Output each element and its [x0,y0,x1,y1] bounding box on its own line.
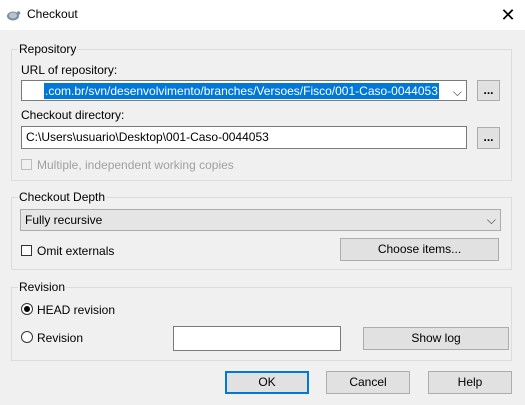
url-value: .com.br/svn/desenvolvimento/branches/Ver… [44,83,439,99]
omit-externals-label: Omit externals [37,244,115,258]
multiple-working-copies-checkbox[interactable] [21,159,32,170]
ok-button[interactable]: OK [225,371,309,394]
show-log-button[interactable]: Show log [363,327,509,350]
multiple-working-copies-label: Multiple, independent working copies [37,158,234,172]
url-combobox[interactable]: .com.br/svn/desenvolvimento/branches/Ver… [21,80,467,101]
checkout-depth-select[interactable]: Fully recursive ⌵ [20,209,501,231]
revision-input[interactable] [173,326,341,351]
url-label: URL of repository: [21,63,118,77]
directory-browse-button[interactable]: ... [477,127,500,149]
omit-externals-checkbox[interactable] [21,245,32,256]
url-browse-button[interactable]: ... [477,80,500,101]
tortoisesvn-icon [7,11,21,21]
choose-items-button[interactable]: Choose items... [340,238,499,261]
revision-radio[interactable] [21,331,33,343]
repository-group-label: Repository [18,42,78,56]
checkout-depth-value: Fully recursive [25,213,103,227]
help-button[interactable]: Help [428,371,512,394]
chevron-down-icon: ⌵ [486,213,496,227]
revision-group-label: Revision [18,280,67,294]
chevron-down-icon[interactable]: ⌵ [453,82,462,100]
checkout-directory-label: Checkout directory: [21,108,125,122]
checkout-depth-group-label: Checkout Depth [18,190,107,204]
window-title: Checkout [27,7,78,21]
checkout-directory-input[interactable]: C:\Users\usuario\Desktop\001-Caso-004405… [21,126,467,149]
cancel-button[interactable]: Cancel [326,371,410,394]
head-revision-label: HEAD revision [37,303,116,317]
close-icon[interactable]: ✕ [494,2,522,28]
head-revision-radio[interactable] [21,303,33,315]
title-bar [0,0,525,30]
revision-label: Revision [37,331,84,345]
